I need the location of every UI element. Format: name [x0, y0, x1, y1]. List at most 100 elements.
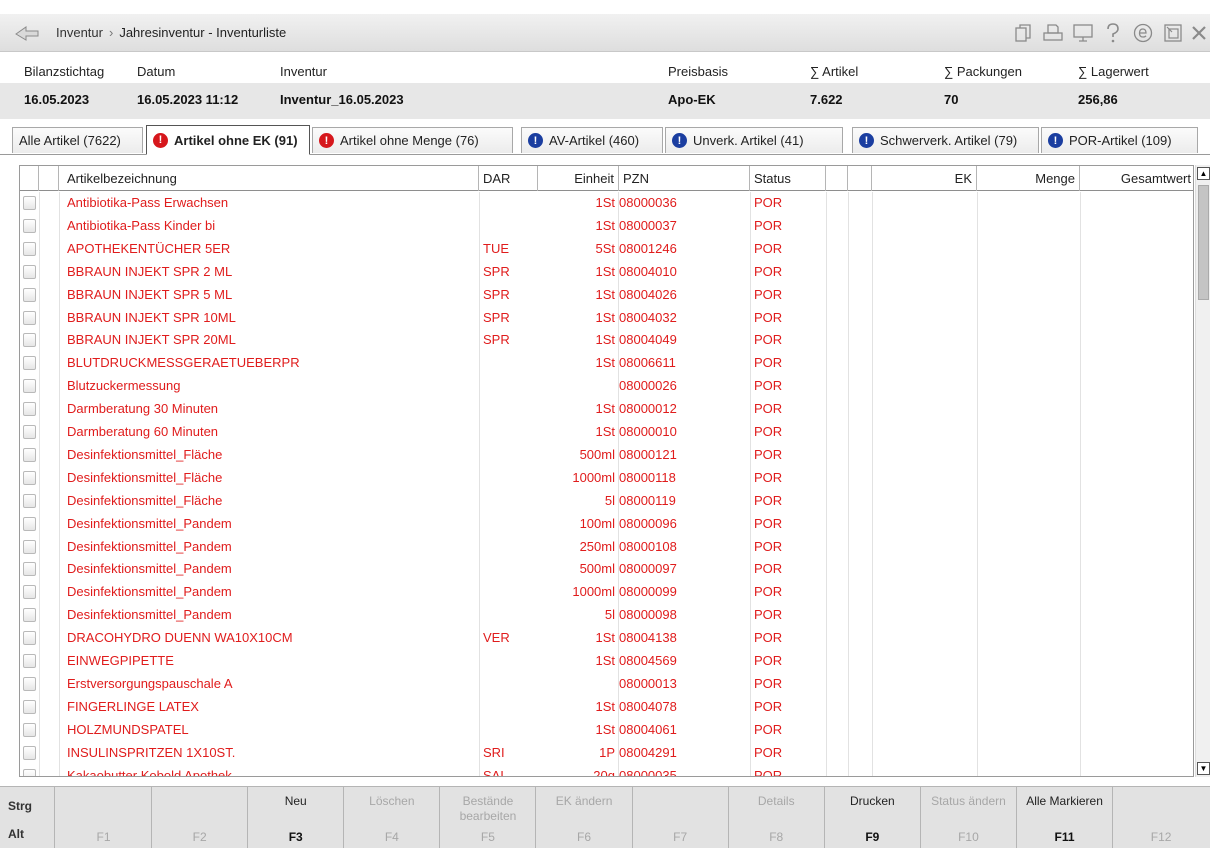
- header-gesamtwert[interactable]: Gesamtwert: [1080, 166, 1193, 191]
- title-bar: Inventur › Jahresinventur - Inventurliste: [0, 14, 1210, 52]
- cell-status: POR: [754, 584, 783, 600]
- table-row[interactable]: DRACOHYDRO DUENN WA10X10CM VER 1St 08004138…: [20, 627, 1193, 650]
- tab-av-artikel[interactable]: ! AV-Artikel (460): [521, 127, 663, 153]
- breadcrumb-root[interactable]: Inventur: [56, 25, 103, 40]
- row-checkbox[interactable]: [23, 585, 36, 600]
- cell-pzn: 08001246: [619, 240, 677, 256]
- row-checkbox[interactable]: [23, 516, 36, 531]
- fkey-f9[interactable]: Drucken F9: [825, 787, 921, 848]
- row-checkbox[interactable]: [23, 539, 36, 554]
- tab-artikel-ohne-ek[interactable]: ! Artikel ohne EK (91): [146, 125, 310, 155]
- row-checkbox[interactable]: [23, 562, 36, 577]
- header-extra-2[interactable]: [848, 166, 872, 191]
- row-checkbox[interactable]: [23, 425, 36, 439]
- fkey-f11[interactable]: Alle Markieren F11: [1017, 787, 1114, 848]
- row-checkbox[interactable]: [23, 654, 36, 668]
- table-row[interactable]: BBRAUN INJEKT SPR 10ML SPR 1St 08004032 POR: [20, 307, 1193, 330]
- header-select-all[interactable]: [20, 166, 39, 191]
- row-checkbox[interactable]: [23, 402, 36, 417]
- cell-einheit: 5l: [604, 607, 615, 623]
- row-checkbox[interactable]: [23, 310, 36, 325]
- header-marker[interactable]: [39, 166, 59, 191]
- vertical-scrollbar[interactable]: ▲ ▼: [1195, 165, 1210, 777]
- table-row[interactable]: Darmberatung 60 Minuten 1St 08000010 POR: [20, 421, 1193, 444]
- tab-unverkaeufliche-artikel[interactable]: ! Unverk. Artikel (41): [665, 127, 843, 153]
- table-row[interactable]: HOLZMUNDSPATEL 1St 08004061 POR: [20, 719, 1193, 742]
- fkey-f1: F1: [56, 787, 153, 848]
- table-row[interactable]: Desinfektionsmittel_Pandem 100ml 08000096 P…: [20, 513, 1193, 536]
- header-menge[interactable]: Menge: [977, 166, 1080, 191]
- row-checkbox[interactable]: [23, 287, 36, 302]
- table-row[interactable]: BLUTDRUCKMESSGERAETUEBERPR 1St 08006611 POR: [20, 352, 1193, 375]
- copy-document-icon[interactable]: [1008, 19, 1038, 47]
- e-service-icon[interactable]: [1128, 19, 1158, 47]
- header-status[interactable]: Status: [750, 166, 826, 191]
- back-arrow-icon[interactable]: [14, 23, 40, 43]
- table-row[interactable]: APOTHEKENTÜCHER 5ER TUE 5St 08001246 POR: [20, 238, 1193, 261]
- header-einheit[interactable]: Einheit: [538, 166, 618, 191]
- header-dar[interactable]: DAR: [479, 166, 538, 191]
- inventory-window: Inventur › Jahresinventur - Inventurliste: [0, 0, 1210, 848]
- scroll-up-arrow-icon[interactable]: ▲: [1197, 167, 1210, 180]
- header-pzn[interactable]: PZN: [618, 166, 750, 191]
- cell-status: POR: [754, 607, 783, 623]
- fkey-f3[interactable]: Neu F3: [248, 787, 345, 848]
- row-checkbox[interactable]: [23, 241, 36, 256]
- table-row[interactable]: Desinfektionsmittel_Pandem 1000ml 08000099…: [20, 581, 1193, 604]
- table-row[interactable]: Desinfektionsmittel_Pandem 500ml 08000097 P…: [20, 558, 1193, 581]
- monitor-icon[interactable]: [1068, 19, 1098, 47]
- row-checkbox[interactable]: [23, 768, 36, 776]
- header-artikelbezeichnung[interactable]: Artikelbezeichnung: [59, 166, 479, 191]
- table-row[interactable]: Erstversorgungspauschale A 08000013 POR: [20, 673, 1193, 696]
- print-icon[interactable]: [1038, 19, 1068, 47]
- table-row[interactable]: FINGERLINGE LATEX 1St 08004078 POR: [20, 696, 1193, 719]
- cell-artikelbezeichnung: APOTHEKENTÜCHER 5ER: [67, 240, 231, 256]
- help-icon[interactable]: [1098, 19, 1128, 47]
- tab-alle-artikel[interactable]: Alle Artikel (7622): [12, 127, 143, 153]
- row-checkbox[interactable]: [23, 493, 36, 508]
- table-row[interactable]: Antibiotika-Pass Kinder bi 1St 08000037 POR: [20, 215, 1193, 238]
- row-checkbox[interactable]: [23, 447, 36, 462]
- row-checkbox[interactable]: [23, 218, 36, 233]
- cell-dar: [483, 604, 537, 627]
- table-row[interactable]: Desinfektionsmittel_Fläche 1000ml 08000118…: [20, 467, 1193, 490]
- tab-artikel-ohne-menge[interactable]: ! Artikel ohne Menge (76): [312, 127, 513, 153]
- table-row[interactable]: BBRAUN INJEKT SPR 5 ML SPR 1St 08004026 POR: [20, 284, 1193, 307]
- row-checkbox[interactable]: [23, 699, 36, 714]
- table-row[interactable]: Desinfektionsmittel_Pandem 250ml 08000108 P…: [20, 536, 1193, 559]
- table-row[interactable]: Antibiotika-Pass Erwachsen 1St 08000036 POR: [20, 192, 1193, 215]
- row-checkbox[interactable]: [23, 196, 36, 210]
- table-row[interactable]: Desinfektionsmittel_Fläche 5l 08000119 POR: [20, 490, 1193, 513]
- row-checkbox[interactable]: [23, 356, 36, 371]
- cell-artikelbezeichnung: HOLZMUNDSPATEL: [67, 721, 189, 737]
- row-checkbox[interactable]: [23, 722, 36, 737]
- table-row[interactable]: BBRAUN INJEKT SPR 20ML SPR 1St 08004049 POR: [20, 329, 1193, 352]
- scrollbar-thumb[interactable]: [1198, 185, 1209, 300]
- table-row[interactable]: Blutzuckermessung 08000026 POR: [20, 375, 1193, 398]
- row-checkbox[interactable]: [23, 631, 36, 646]
- row-checkbox[interactable]: [23, 264, 36, 279]
- table-row[interactable]: EINWEGPIPETTE 1St 08004569 POR: [20, 650, 1193, 673]
- scroll-down-arrow-icon[interactable]: ▼: [1197, 762, 1210, 775]
- table-row[interactable]: Desinfektionsmittel_Fläche 500ml 08000121 P…: [20, 444, 1193, 467]
- row-checkbox[interactable]: [23, 379, 36, 394]
- row-checkbox[interactable]: [23, 470, 36, 485]
- table-row[interactable]: BBRAUN INJEKT SPR 2 ML SPR 1St 08004010 POR: [20, 261, 1193, 284]
- row-checkbox[interactable]: [23, 608, 36, 623]
- row-checkbox[interactable]: [23, 745, 36, 760]
- window-switch-icon[interactable]: [1158, 19, 1188, 47]
- row-checkbox[interactable]: [23, 676, 36, 691]
- row-checkbox[interactable]: [23, 333, 36, 348]
- table-row[interactable]: INSULINSPRITZEN 1X10ST. SRI 1P 08004291 POR: [20, 742, 1193, 765]
- table-row[interactable]: Desinfektionsmittel_Pandem 5l 08000098 POR: [20, 604, 1193, 627]
- table-row[interactable]: Darmberatung 30 Minuten 1St 08000012 POR: [20, 398, 1193, 421]
- tab-por-artikel[interactable]: ! POR-Artikel (109): [1041, 127, 1198, 153]
- header-extra-1[interactable]: [826, 166, 848, 191]
- tab-schwerverkaeufliche-artikel[interactable]: ! Schwerverk. Artikel (79): [852, 127, 1039, 153]
- page-title: Jahresinventur - Inventurliste: [119, 25, 287, 40]
- cell-pzn: 08004032: [619, 309, 677, 325]
- header-ek[interactable]: EK: [872, 166, 977, 191]
- table-row[interactable]: Kakaobutter Kobold Apothek SAL 20g 08000035…: [20, 765, 1193, 776]
- close-icon[interactable]: [1188, 19, 1210, 47]
- cell-dar: [483, 581, 537, 604]
